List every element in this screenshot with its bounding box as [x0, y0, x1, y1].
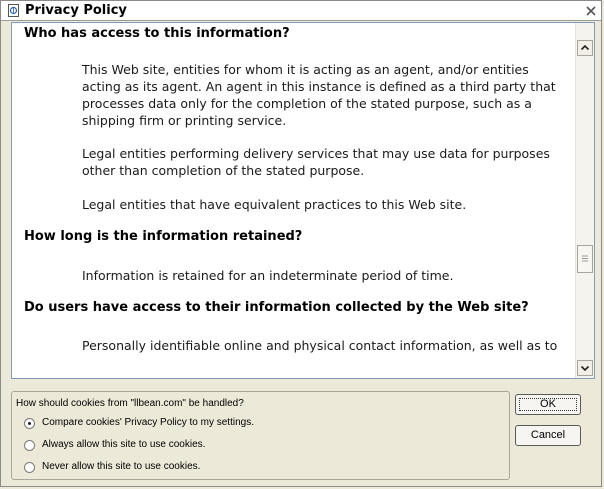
radio-never-allow-label: Never allow this site to use cookies.: [42, 461, 201, 472]
cookie-question: How should cookies from "llbean.com" be …: [16, 398, 244, 409]
scroll-down-button[interactable]: [577, 360, 593, 376]
paragraph-agents: This Web site, entities for whom it is a…: [82, 62, 556, 128]
cancel-button[interactable]: Cancel: [515, 425, 581, 446]
policy-document: Who has access to this information? This…: [12, 23, 575, 378]
paragraph-legal-entities-delivery: Legal entities performing delivery servi…: [82, 146, 550, 178]
radio-button-selected[interactable]: [24, 418, 35, 429]
scroll-up-button[interactable]: [577, 40, 593, 56]
paragraph-personal-info: Personally identifiable online and physi…: [82, 338, 558, 353]
scroll-down-arrow-icon: [580, 365, 590, 372]
radio-always-allow-label: Always allow this site to use cookies.: [42, 439, 206, 450]
focus-rectangle: [519, 398, 577, 411]
vertical-scrollbar[interactable]: [575, 23, 594, 378]
heading-access: Who has access to this information?: [24, 26, 290, 41]
ok-button[interactable]: OK: [515, 394, 581, 415]
scrollbar-thumb[interactable]: [577, 245, 593, 273]
policy-document-pane[interactable]: Who has access to this information? This…: [11, 22, 595, 379]
radio-button[interactable]: [24, 462, 35, 473]
cookie-handling-group: How should cookies from "llbean.com" be …: [11, 391, 510, 480]
heading-retention: How long is the information retained?: [24, 229, 303, 244]
privacy-page-icon: [8, 4, 19, 17]
cancel-label: Cancel: [530, 429, 566, 441]
title-bar[interactable]: Privacy Policy: [1, 1, 601, 21]
radio-button[interactable]: [24, 440, 35, 451]
paragraph-retention: Information is retained for an indetermi…: [82, 268, 454, 283]
paragraph-equivalent-practices: Legal entities that have equivalent prac…: [82, 197, 467, 212]
close-icon[interactable]: [585, 5, 597, 17]
window-title: Privacy Policy: [25, 3, 127, 18]
grip-icon: [582, 255, 588, 262]
radio-compare-policy-label: Compare cookies' Privacy Policy to my se…: [42, 417, 254, 428]
privacy-policy-dialog: Privacy Policy Who has access to this in…: [0, 0, 602, 487]
scroll-up-arrow-icon: [580, 44, 590, 51]
heading-user-access: Do users have access to their informatio…: [24, 300, 529, 315]
